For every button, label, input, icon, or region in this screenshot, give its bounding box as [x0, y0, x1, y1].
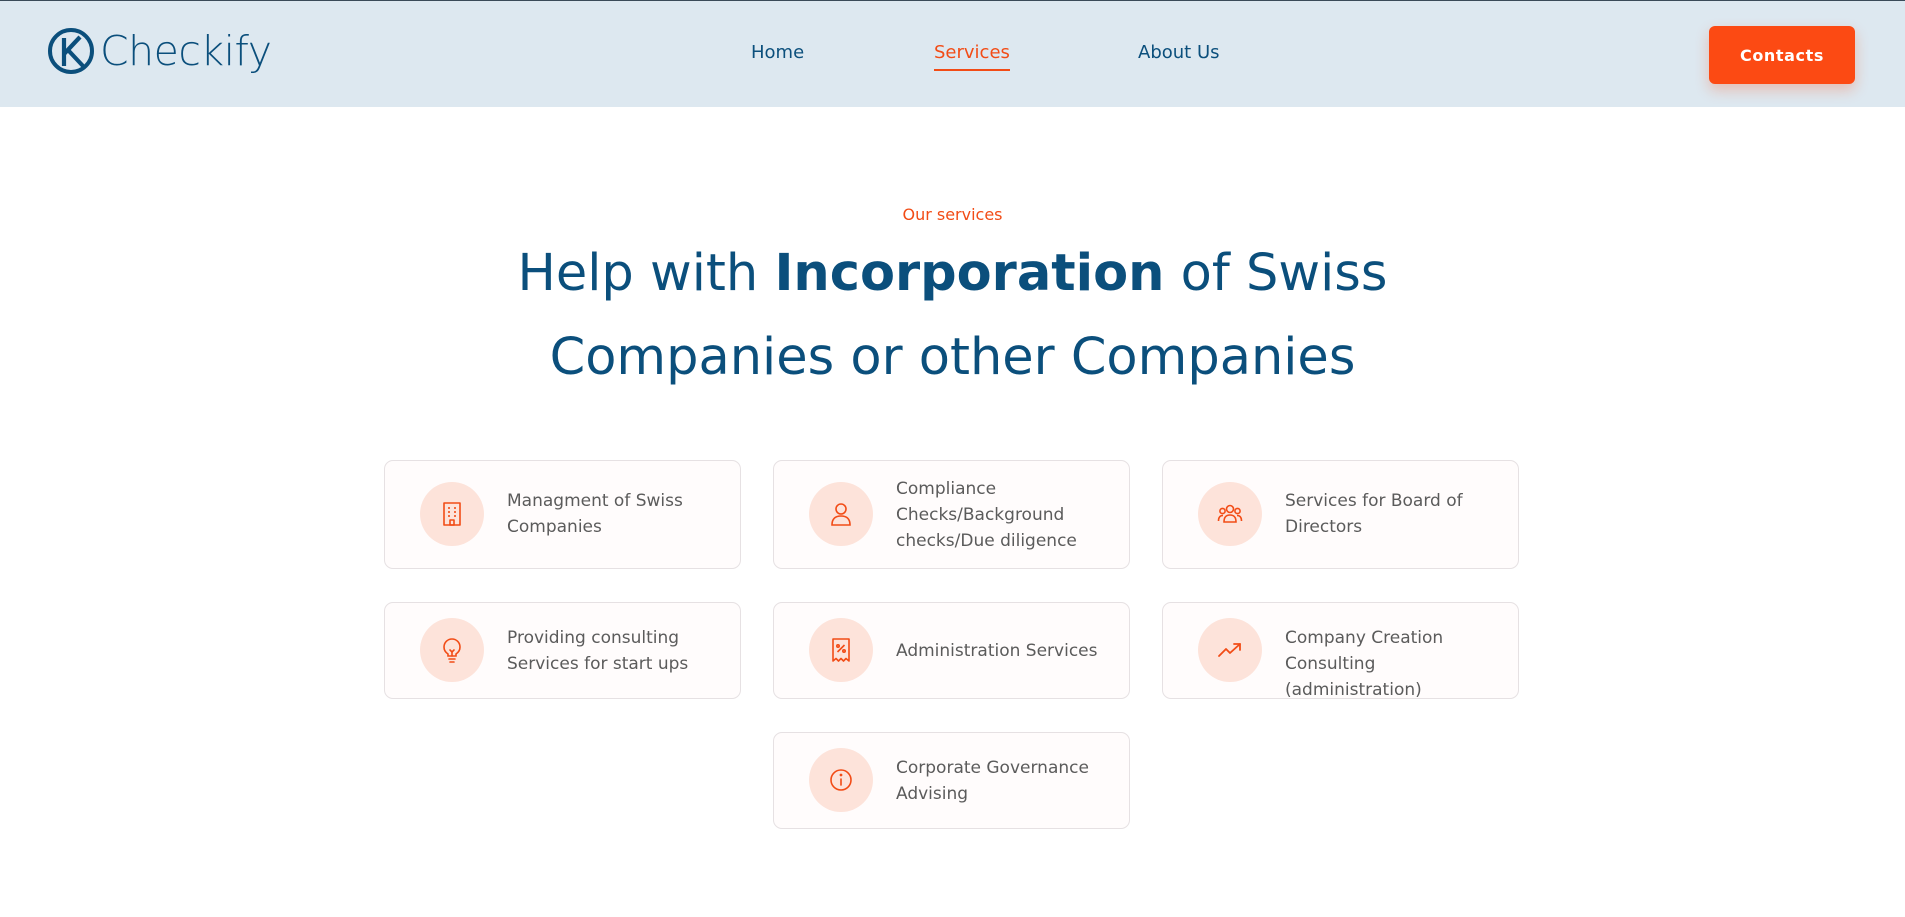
site-header: Checkify Home Services About Us Contacts	[0, 1, 1905, 107]
service-icon-badge	[809, 618, 873, 682]
service-icon-badge	[1198, 618, 1262, 682]
info-circle-icon	[830, 769, 852, 791]
service-label: Managment of Swiss Companies	[507, 491, 683, 537]
nav-home-link[interactable]: Home	[751, 42, 804, 63]
service-label: Compliance Checks/Background checks/Due …	[896, 479, 1077, 551]
user-icon	[831, 503, 851, 526]
users-group-icon	[1217, 504, 1243, 523]
contacts-button[interactable]: Contacts	[1709, 26, 1855, 84]
k-circle-logo-icon	[48, 28, 94, 74]
service-card-company-creation[interactable]: Company Creation Consulting (administrat…	[1162, 602, 1519, 700]
service-icon-badge	[809, 748, 873, 812]
service-icon-badge	[809, 482, 873, 546]
building-icon	[443, 502, 461, 526]
service-label: Administration Services	[896, 641, 1098, 661]
service-label: Services for Board of Directors	[1285, 491, 1463, 537]
service-card-management[interactable]: Managment of Swiss Companies	[384, 460, 741, 569]
service-card-compliance[interactable]: Compliance Checks/Background checks/Due …	[773, 460, 1130, 569]
service-card-administration[interactable]: Administration Services	[773, 602, 1130, 699]
service-icon-badge	[1198, 482, 1262, 546]
brand-name: Checkify	[100, 27, 272, 75]
nav-about-link[interactable]: About Us	[1138, 42, 1220, 63]
title-bold: Incorporation	[774, 244, 1165, 303]
section-eyebrow: Our services	[902, 205, 1003, 224]
page-title: Help with Incorporation of Swiss Compani…	[0, 232, 1905, 400]
title-part1: Help with	[517, 244, 775, 303]
receipt-percent-icon	[832, 638, 850, 662]
service-icon-badge	[420, 618, 484, 682]
title-line2: Companies or other Companies	[549, 328, 1356, 387]
service-label: Providing consulting Services for start …	[507, 628, 689, 674]
service-icon-badge	[420, 482, 484, 546]
title-part2: of Swiss	[1164, 244, 1388, 303]
brand-logo[interactable]: Checkify	[46, 25, 272, 77]
service-card-board[interactable]: Services for Board of Directors	[1162, 460, 1519, 569]
trending-up-icon	[1218, 643, 1241, 657]
service-label: Company Creation Consulting (administrat…	[1285, 628, 1444, 700]
service-card-consulting[interactable]: Providing consulting Services for start …	[384, 602, 741, 699]
service-label: Corporate Governance Advising	[896, 758, 1089, 804]
lightbulb-icon	[443, 638, 461, 663]
service-card-governance[interactable]: Corporate Governance Advising	[773, 732, 1130, 829]
nav-services-link[interactable]: Services	[934, 42, 1010, 71]
